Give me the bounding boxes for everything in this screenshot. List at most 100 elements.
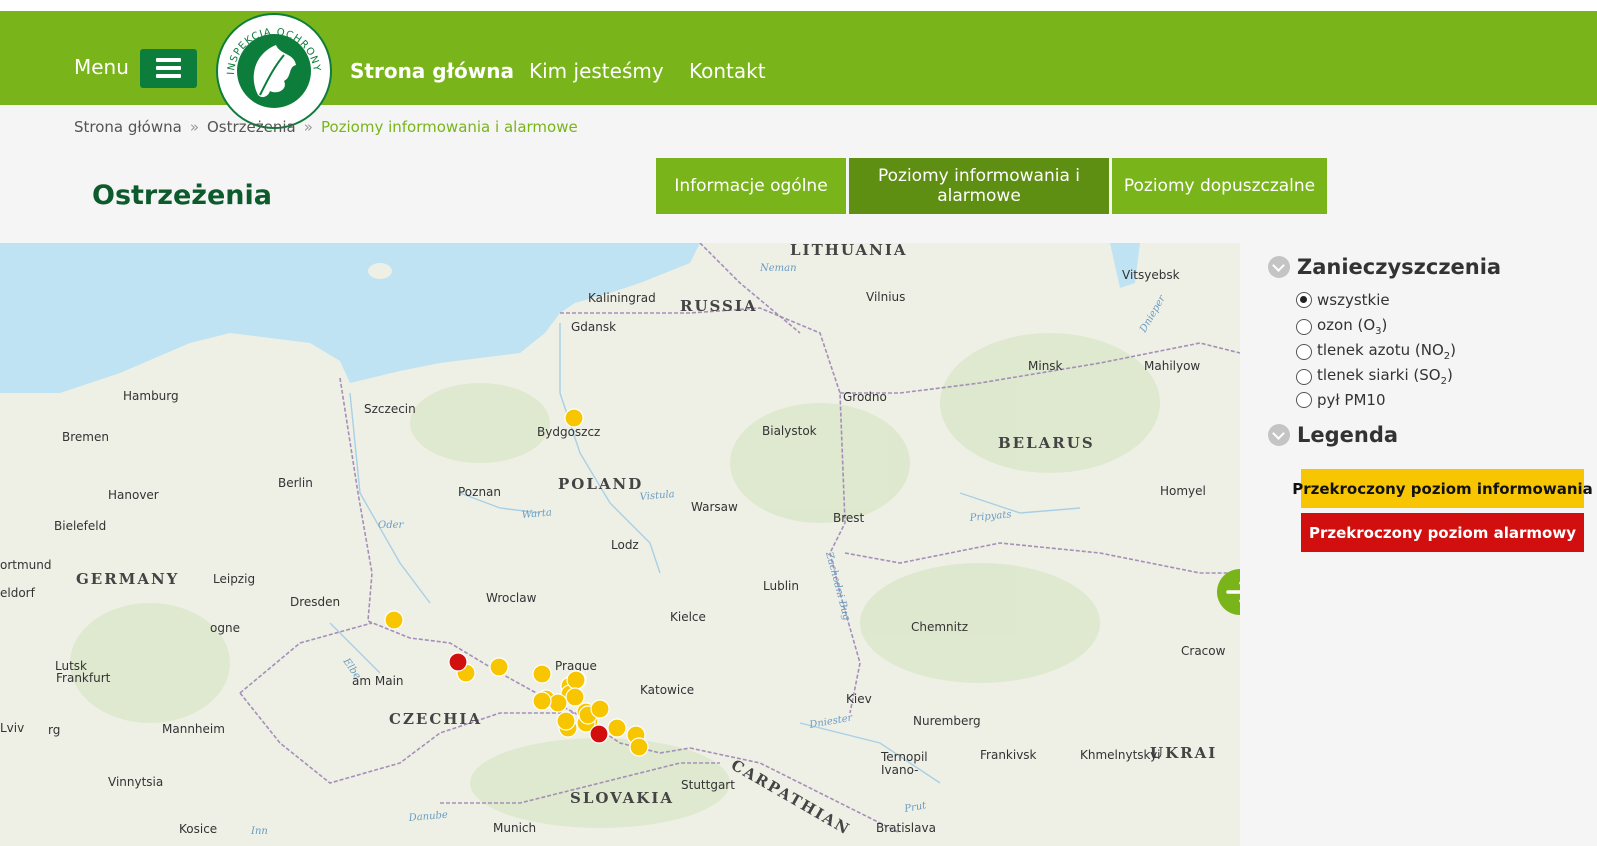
radio-button[interactable] [1296, 343, 1312, 360]
pollutant-option[interactable]: wszystkie [1296, 291, 1390, 309]
city-label: Brest [833, 511, 865, 525]
city-label: Vinnytsia [108, 775, 163, 789]
hamburger-line-icon [156, 74, 181, 78]
side-panel: Zanieczyszczenia wszystkie ozon (O3) tlene… [1240, 243, 1597, 846]
station-marker[interactable] [589, 724, 609, 744]
station-marker[interactable] [556, 711, 576, 731]
breadcrumb: Strona główna » Ostrzeżenia » Poziomy inform… [74, 118, 578, 136]
radio-button[interactable] [1296, 318, 1312, 335]
nav-home[interactable]: Strona główna [350, 59, 514, 83]
city-label: Frankivsk [980, 748, 1037, 762]
river-label: Oder [378, 520, 405, 531]
breadcrumb-separator: » [303, 118, 313, 136]
radio-button[interactable] [1296, 392, 1312, 408]
air-quality-map[interactable]: LITHUANIA RUSSIA POLAND BELARUS GERMANY CZECH… [0, 243, 1240, 846]
city-label: Bielefeld [54, 519, 106, 533]
station-marker[interactable] [489, 657, 509, 677]
city-label: Kielce [670, 610, 706, 624]
pollutant-option[interactable]: tlenek siarki (SO2) [1296, 366, 1453, 387]
tab-general-info[interactable]: Informacje ogólne [656, 158, 846, 214]
station-marker[interactable] [564, 408, 584, 428]
city-label: Stuttgart [681, 778, 735, 792]
city-label: Bydgoszcz [537, 425, 600, 439]
country-label: LITHUANIA [790, 243, 908, 259]
pollutant-option[interactable]: pył PM10 [1296, 391, 1386, 409]
city-label: Gdansk [571, 320, 616, 334]
site-logo[interactable]: INSPEKCJA OCHRONY ŚRODOWISKA [213, 5, 332, 129]
country-label: GERMANY [76, 570, 179, 588]
tab-alert-levels[interactable]: Poziomy informowania i alarmowe [849, 158, 1109, 214]
city-label: Bremen [62, 430, 109, 444]
hamburger-line-icon [156, 66, 181, 70]
menu-label[interactable]: Menu [74, 55, 129, 79]
country-label: SLOVAKIA [570, 789, 674, 807]
station-marker[interactable] [384, 610, 404, 630]
legend-alarm-level: Przekroczony poziom alarmowy [1301, 513, 1584, 552]
pollutants-header[interactable]: Zanieczyszczenia [1268, 255, 1501, 279]
map-canvas[interactable]: LITHUANIA RUSSIA POLAND BELARUS GERMANY CZECH… [0, 243, 1240, 846]
nav-contact[interactable]: Kontakt [689, 59, 766, 83]
nav-about[interactable]: Kim jesteśmy [529, 59, 664, 83]
legend-title: Legenda [1297, 423, 1399, 447]
pollutant-label: tlenek azotu (NO2) [1317, 341, 1456, 362]
city-label: Bratislava [876, 821, 936, 835]
city-label: Vilnius [866, 290, 905, 304]
city-label: Dresden [290, 595, 340, 609]
city-label: rg [48, 723, 60, 737]
station-marker[interactable] [629, 737, 649, 757]
pollutant-label: wszystkie [1317, 291, 1390, 309]
pollutants-title: Zanieczyszczenia [1297, 255, 1502, 279]
island [368, 263, 392, 279]
header-bar: Menu INSPEKCJA OCHRONY ŚRODOWISKA Strona… [0, 5, 1597, 129]
city-label: Homyel [1160, 484, 1206, 498]
tab-permissible-levels[interactable]: Poziomy dopuszczalne [1112, 158, 1327, 214]
city-label: Hamburg [123, 389, 179, 403]
station-marker[interactable] [566, 670, 586, 690]
radio-button[interactable] [1296, 368, 1312, 385]
city-label: Lodz [611, 538, 639, 552]
breadcrumb-warnings[interactable]: Ostrzeżenia [207, 118, 296, 136]
hamburger-menu-button[interactable] [140, 49, 197, 88]
city-label: Ternopil [880, 750, 928, 764]
city-label: Kiev [846, 692, 872, 706]
city-label: Berlin [278, 476, 313, 490]
breadcrumb-current[interactable]: Poziomy informowania i alarmowe [321, 118, 578, 136]
city-label: Szczecin [364, 402, 416, 416]
city-label: Poznan [458, 485, 501, 499]
pollutant-option[interactable]: ozon (O3) [1296, 316, 1387, 337]
city-label: Mahilyow [1144, 359, 1200, 373]
station-marker[interactable] [532, 664, 552, 684]
city-label: Munich [493, 821, 536, 835]
country-label: CZECHIA [389, 710, 482, 728]
city-label: Leipzig [213, 572, 255, 586]
legend-information-level: Przekroczony poziom informowania [1292, 469, 1593, 508]
radio-button[interactable] [1296, 292, 1312, 308]
pollutant-label: tlenek siarki (SO2) [1317, 366, 1453, 387]
city-label: Cracow [1181, 644, 1226, 658]
hamburger-line-icon [156, 58, 181, 62]
chevron-down-icon [1268, 424, 1290, 446]
city-label: Katowice [640, 683, 694, 697]
station-marker[interactable] [590, 699, 610, 719]
breadcrumb-home[interactable]: Strona główna [74, 118, 182, 136]
station-marker[interactable] [548, 693, 568, 713]
station-marker[interactable] [565, 687, 585, 707]
city-label: Kosice [179, 822, 217, 836]
city-label: Hanover [108, 488, 159, 502]
legend-header[interactable]: Legenda [1268, 423, 1398, 447]
station-marker[interactable] [448, 652, 468, 672]
station-marker[interactable] [607, 718, 627, 738]
city-label: Frankfurt [56, 671, 111, 685]
city-label: Vitsyebsk [1122, 268, 1180, 282]
pollutant-option[interactable]: tlenek azotu (NO2) [1296, 341, 1456, 362]
city-label: Lublin [763, 579, 799, 593]
city-label: ogne [210, 621, 240, 635]
city-label: Bialystok [762, 424, 817, 438]
top-strip [0, 0, 1597, 11]
station-marker[interactable] [532, 691, 552, 711]
pollutant-label: ozon (O3) [1317, 316, 1388, 337]
city-label: Kaliningrad [588, 291, 656, 305]
country-label: RUSSIA [680, 297, 758, 315]
city-label: Lviv [0, 721, 24, 735]
city-label: Khmelnytskyi [1080, 748, 1161, 762]
